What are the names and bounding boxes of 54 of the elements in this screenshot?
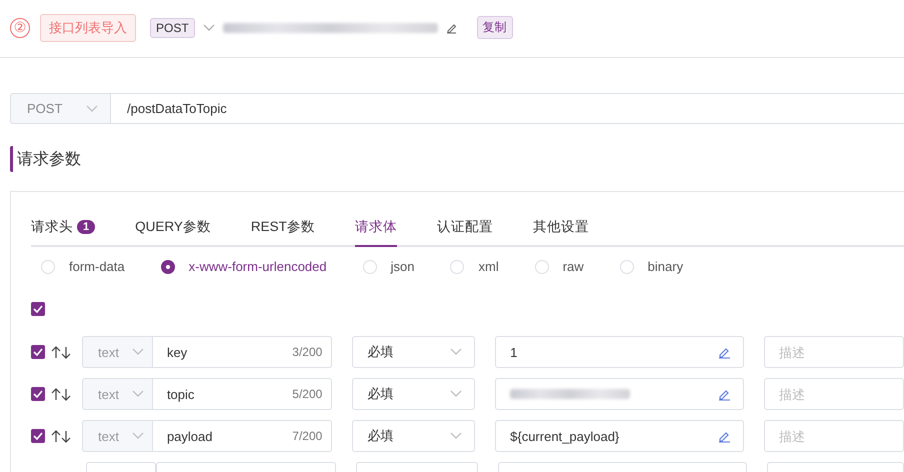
description-input[interactable]: 描述 [764, 420, 904, 452]
tab[interactable]: 请求头 1 [31, 218, 96, 247]
radio-button[interactable] [160, 260, 175, 274]
chevron-down-icon [132, 348, 144, 356]
chevron-down-icon [132, 432, 144, 440]
key-input[interactable]: topic 5/200 [152, 378, 332, 410]
chevron-down-icon [132, 390, 144, 398]
tab[interactable]: 认证配置 [436, 218, 493, 247]
chevron-down-icon [450, 390, 462, 398]
pencil-icon[interactable] [718, 388, 731, 400]
chevron-down-icon [450, 432, 462, 440]
required-select[interactable]: 必填 [352, 378, 476, 410]
description-input[interactable]: 描述 [764, 378, 904, 410]
value-input[interactable] [495, 378, 744, 410]
tab[interactable]: 请求体 [354, 218, 397, 247]
tab[interactable]: REST参数 [250, 218, 315, 247]
method-badge: POST [150, 18, 195, 38]
value-input[interactable]: 1 [495, 336, 744, 368]
radio-label[interactable]: xml [478, 259, 499, 274]
count-badge: 1 [77, 220, 96, 234]
radio-label[interactable]: json [390, 259, 414, 274]
sort-arrows-icon[interactable] [51, 430, 71, 442]
sort-arrows-icon[interactable] [51, 388, 71, 400]
description-input[interactable]: 描述 [764, 336, 904, 368]
radio-label[interactable]: x-www-form-urlencoded [188, 259, 327, 274]
checkbox[interactable] [31, 387, 45, 401]
checkbox[interactable] [31, 302, 45, 316]
checkbox[interactable] [31, 429, 45, 443]
path-input[interactable]: /postDataToTopic [111, 93, 904, 124]
chevron-down-icon [450, 348, 462, 356]
section-title: 请求参数 [10, 146, 904, 172]
required-select[interactable]: 必填 [352, 420, 476, 452]
char-count: 7/200 [292, 429, 322, 443]
step-number: ② [10, 18, 30, 38]
radio-label[interactable]: raw [562, 259, 584, 274]
radio-label[interactable]: form-data [69, 259, 125, 274]
pencil-icon[interactable] [446, 22, 457, 34]
key-input[interactable]: payload 7/200 [152, 420, 332, 452]
tab[interactable]: QUERY参数 [135, 218, 211, 247]
chevron-down-icon [86, 104, 98, 112]
checkbox[interactable] [31, 345, 45, 359]
tab-label: 请求头 [31, 218, 73, 236]
required-select[interactable]: 必填 [352, 336, 476, 368]
copy-button[interactable]: 复制 [476, 16, 513, 39]
char-count: 3/200 [292, 345, 322, 359]
tab[interactable]: 其他设置 [532, 218, 589, 247]
radio-label[interactable]: binary [648, 259, 684, 274]
chevron-down-icon [202, 24, 215, 32]
char-count: 5/200 [292, 387, 322, 401]
pencil-icon[interactable] [718, 430, 731, 442]
sort-arrows-icon[interactable] [51, 346, 71, 358]
value-input[interactable]: ${current_payload} [495, 420, 744, 452]
key-input[interactable]: key 3/200 [152, 336, 332, 368]
pencil-icon[interactable] [718, 346, 731, 358]
